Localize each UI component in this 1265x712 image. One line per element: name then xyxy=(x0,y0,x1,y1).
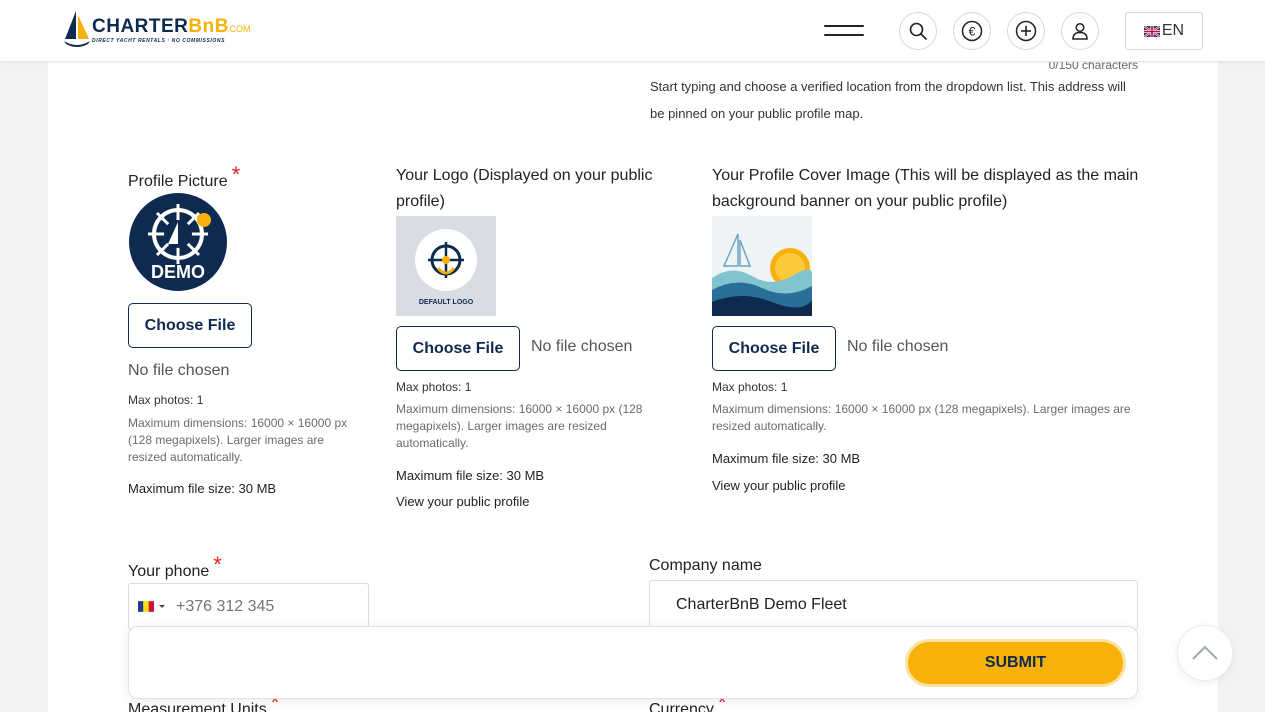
language-selector[interactable]: EN xyxy=(1125,12,1203,50)
search-icon[interactable] xyxy=(899,12,937,50)
default-logo-text: DEFAULT LOGO xyxy=(419,299,474,306)
brand-domain: .COM xyxy=(227,24,251,34)
cover-image-preview xyxy=(712,216,812,316)
profile-picture-choose-file-button[interactable]: Choose File xyxy=(128,303,252,348)
profile-picture-dimensions-note: Maximum dimensions: 16000 × 16000 px (12… xyxy=(128,416,348,464)
country-code-selector[interactable] xyxy=(138,601,167,612)
profile-picture-no-file-text: No file chosen xyxy=(128,362,230,379)
logo-preview: DEFAULT LOGO xyxy=(396,216,496,316)
svg-text:€: € xyxy=(969,25,976,39)
company-name-field[interactable]: CharterBnB Demo Fleet xyxy=(649,580,1138,630)
plus-circle-icon[interactable] xyxy=(1007,12,1045,50)
profile-picture-max-size: Maximum file size: 30 MB xyxy=(128,481,277,496)
required-asterisk: * xyxy=(231,162,241,187)
language-label: EN xyxy=(1161,22,1185,39)
caret-down-icon xyxy=(159,604,165,608)
brand-tagline: DIRECT YACHT RENTALS · NO COMMISSIONS xyxy=(92,38,226,44)
logo-choose-file-button[interactable]: Choose File xyxy=(396,326,520,371)
cover-max-size: Maximum file size: 30 MB xyxy=(712,451,861,466)
company-name-value: CharterBnB Demo Fleet xyxy=(676,596,847,613)
logo-view-profile-link[interactable]: View your public profile xyxy=(396,494,529,509)
uk-flag-icon xyxy=(1143,25,1160,37)
phone-label: Your phone * xyxy=(128,552,222,580)
user-icon[interactable] xyxy=(1061,12,1099,50)
sailboat-logo-icon xyxy=(64,11,90,47)
cover-view-profile-link[interactable]: View your public profile xyxy=(712,478,845,493)
euro-icon[interactable]: € xyxy=(953,12,991,50)
phone-input[interactable] xyxy=(176,596,361,618)
submit-bar: SUBMIT xyxy=(128,626,1138,699)
company-name-label: Company name xyxy=(649,557,762,574)
logo-max-size: Maximum file size: 30 MB xyxy=(396,468,545,483)
location-hint: Start typing and choose a verified locat… xyxy=(650,79,1126,121)
cover-choose-file-button[interactable]: Choose File xyxy=(712,326,836,371)
profile-picture-preview: DEMO xyxy=(128,192,228,292)
logo-no-file-text: No file chosen xyxy=(531,338,633,355)
logo-max-photos: Max photos: 1 xyxy=(396,380,472,394)
menu-icon[interactable] xyxy=(822,20,866,42)
required-asterisk: * xyxy=(213,552,222,577)
cover-image-label: Your Profile Cover Image (This will be d… xyxy=(712,167,1139,210)
top-header: CHARTERBnB .COM DIRECT YACHT RENTALS · N… xyxy=(0,0,1265,62)
brand-name: CHARTERBnB xyxy=(92,16,229,37)
cover-dimensions-note: Maximum dimensions: 16000 × 16000 px (12… xyxy=(712,402,1131,433)
profile-form-panel: 0/150 characters Start typing and choose… xyxy=(48,58,1218,712)
logo-label: Your Logo (Displayed on your public prof… xyxy=(396,167,653,210)
site-logo[interactable]: CHARTERBnB .COM DIRECT YACHT RENTALS · N… xyxy=(62,9,252,51)
chevron-up-icon xyxy=(1192,645,1218,660)
demo-image-text: DEMO xyxy=(151,262,205,282)
andorra-flag-icon xyxy=(138,601,154,612)
profile-picture-label: Profile Picture * xyxy=(128,162,241,190)
cover-max-photos: Max photos: 1 xyxy=(712,380,788,394)
scroll-to-top-button[interactable] xyxy=(1177,625,1233,681)
cover-no-file-text: No file chosen xyxy=(847,338,949,355)
phone-field[interactable] xyxy=(128,583,369,630)
submit-button[interactable]: SUBMIT xyxy=(905,639,1126,687)
profile-picture-max-photos: Max photos: 1 xyxy=(128,393,204,407)
logo-dimensions-note: Maximum dimensions: 16000 × 16000 px (12… xyxy=(396,402,643,450)
